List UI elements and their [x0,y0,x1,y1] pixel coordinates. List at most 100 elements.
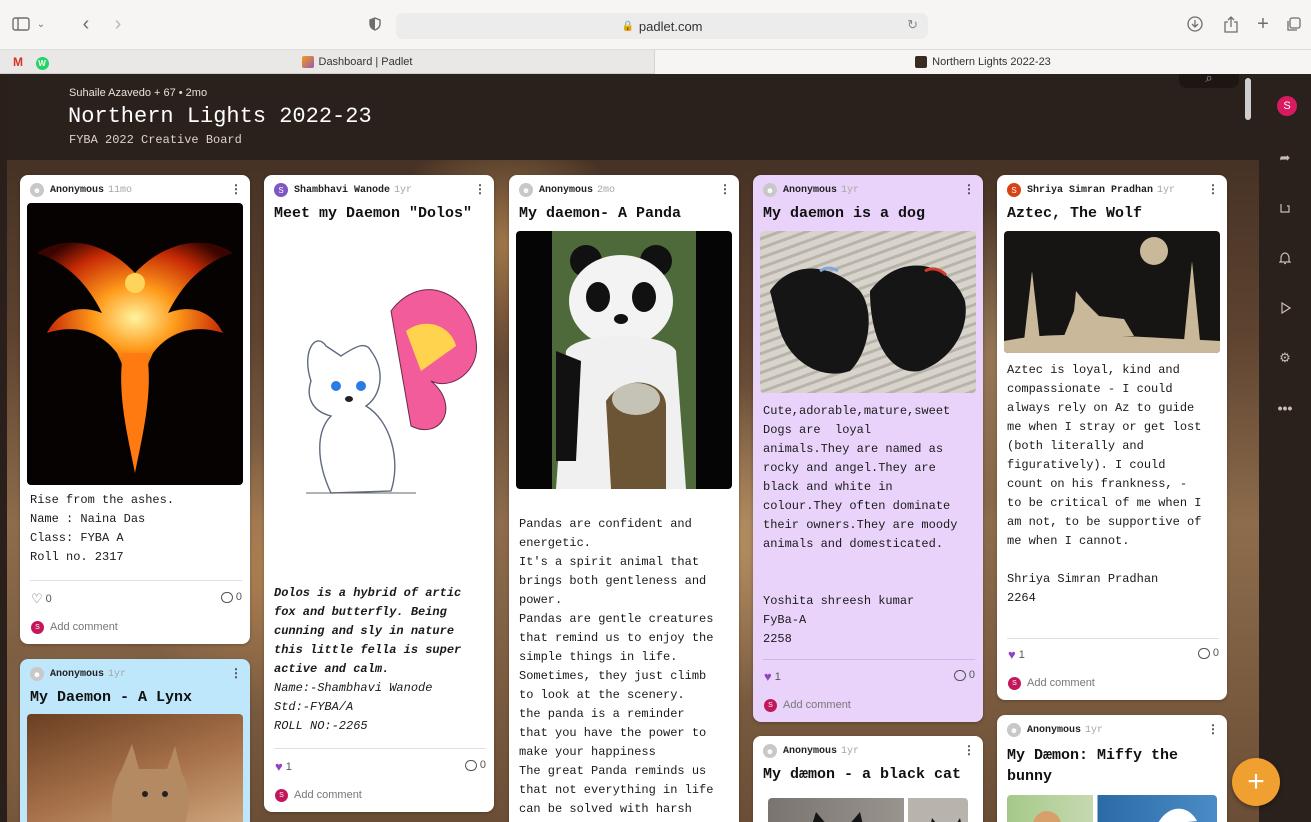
board-thumbnail-icon [915,56,928,68]
address-bar[interactable]: 🔒 padlet.com ↻ [396,13,928,39]
sidebar-icon[interactable] [10,12,32,36]
remake-icon[interactable] [1273,196,1297,220]
post-author: Anonymous [1027,724,1082,736]
tab-dashboard[interactable]: Dashboard | Padlet [60,50,654,74]
tab-label: Northern Lights 2022-23 [932,56,1051,68]
plus-icon[interactable]: + [1252,12,1274,36]
divider [30,580,242,581]
share-arrow-icon[interactable]: ➦ [1273,146,1297,170]
more-icon[interactable]: ••• [1273,396,1297,420]
like-button[interactable]: ♥ 1 [764,669,781,684]
comment-count[interactable]: 0 [1197,647,1219,659]
plus-icon: + [1247,765,1265,798]
fox-butterfly-image [306,289,477,494]
post-card[interactable]: S Shriya Simran Pradhan 1yr ⋮ Aztec, The… [997,175,1227,700]
post-image[interactable] [760,231,976,393]
more-icon[interactable]: ⋮ [1207,182,1219,196]
gmail-pinned-tab[interactable]: M [8,53,28,71]
post-title: My daemon is a dog [763,205,926,222]
post-time: 1yr [394,184,413,196]
more-icon[interactable]: ⋮ [1207,722,1219,736]
more-icon[interactable]: ⋮ [719,182,731,196]
add-comment[interactable]: S Add comment [764,697,975,713]
add-comment[interactable]: S Add comment [31,619,242,635]
play-icon[interactable] [1273,296,1297,320]
avatar: S [1008,676,1021,690]
post-body: Dolos is a hybrid of artic fox and butte… [274,586,462,676]
post-author: Anonymous [50,184,105,196]
tabs-icon[interactable] [1282,12,1304,36]
post-header: ☻ Anonymous 2mo ⋮ [519,182,731,198]
post-body-details: Name:-Shambhavi Wanode Std:-FYBA/A ROLL … [274,681,433,733]
padlet-board: Suhaile Azavedo + 67 • 2mo Northern Ligh… [7,74,1259,822]
board-title: Northern Lights 2022-23 [68,104,372,129]
divider [763,659,975,660]
like-button[interactable]: ♥ 1 [1008,647,1025,662]
more-icon[interactable]: ⋮ [963,743,975,757]
avatar: ☻ [30,667,44,681]
post-author: Anonymous [539,184,594,196]
add-post-button[interactable]: + [1232,758,1280,806]
post-card[interactable]: ☻ Anonymous 1yr ⋮ My Daemon - A Lynx [20,659,250,822]
post-time: 11mo [108,184,133,196]
post-body: Aztec is loyal, kind and compassionate -… [1007,363,1202,605]
post-header: S Shambhavi Wanode 1yr ⋮ [274,182,486,198]
download-icon[interactable] [1184,12,1206,36]
tab-bar: M W Dashboard | Padlet Northern Lights 2… [0,50,1311,74]
chevron-down-icon[interactable]: ⌄ [34,12,48,36]
browser-toolbar: ⌄ ‹ › 🔒 padlet.com ↻ + [0,0,1311,50]
add-comment[interactable]: S Add comment [275,787,486,803]
avatar: S [275,788,288,802]
bell-icon[interactable] [1273,246,1297,270]
add-comment[interactable]: S Add comment [1008,675,1219,691]
post-card[interactable]: ☻ Anonymous 2mo ⋮ My daemon- A Panda Pan… [509,175,739,822]
post-card[interactable]: ☻ Anonymous 1yr ⋮ My dæmon - a black cat [753,736,983,822]
board-subtitle: FYBA 2022 Creative Board [69,133,242,147]
post-image[interactable] [271,231,487,571]
tab-northern-lights[interactable]: Northern Lights 2022-23 [654,50,1311,74]
post-card[interactable]: ☻ Anonymous 11mo ⋮ Rise from the ashes. … [20,175,250,644]
post-image[interactable] [27,714,243,822]
scrollbar[interactable] [1245,78,1251,120]
panda-image [552,231,696,489]
like-button[interactable]: ♡ 0 [31,591,52,607]
chevron-right-icon[interactable]: › [108,12,128,36]
post-image[interactable] [516,231,732,489]
gear-icon[interactable]: ⚙ [1273,346,1297,370]
chevron-left-icon[interactable]: ‹ [76,12,96,36]
post-card[interactable]: ☻ Anonymous 1yr ⋮ My Dæmon: Miffy the bu… [997,715,1227,822]
like-button[interactable]: ♥ 1 [275,759,292,774]
reload-icon[interactable]: ↻ [907,17,918,33]
lynx-image [111,744,189,822]
post-actions: ♡ 0 0 [31,591,242,607]
comment-icon [464,759,477,771]
avatar: S [31,620,44,634]
post-title: My Daemon - A Lynx [30,689,193,706]
comment-icon [1197,647,1210,659]
heart-icon: ♥ [275,759,283,774]
post-image[interactable] [27,203,243,485]
comment-count[interactable]: 0 [464,759,486,771]
avatar: ☻ [1007,723,1021,737]
more-icon[interactable]: ⋮ [963,182,975,196]
post-time: 2mo [597,184,616,196]
post-image[interactable] [768,798,968,822]
user-avatar[interactable]: S [1277,96,1297,116]
whatsapp-pinned-tab[interactable]: W [32,53,52,71]
post-image[interactable] [1007,795,1217,822]
comment-count[interactable]: 0 [220,591,242,603]
post-card[interactable]: ☻ Anonymous 1yr ⋮ My daemon is a dog Cut… [753,175,983,722]
more-icon[interactable]: ⋮ [230,182,242,196]
share-icon[interactable] [1220,12,1242,36]
comment-count[interactable]: 0 [953,669,975,681]
post-author: Anonymous [783,184,838,196]
post-image[interactable] [1004,231,1220,353]
post-time: 1yr [1085,724,1104,736]
more-icon[interactable]: ⋮ [474,182,486,196]
post-card[interactable]: S Shambhavi Wanode 1yr ⋮ Meet my Daemon … [264,175,494,812]
search-icon[interactable]: ⌕ [1179,74,1239,88]
shield-icon[interactable] [366,12,384,36]
post-body: Rise from the ashes. Name : Naina Das Cl… [30,493,175,564]
more-icon[interactable]: ⋮ [230,666,242,680]
post-time: 1yr [1157,184,1176,196]
